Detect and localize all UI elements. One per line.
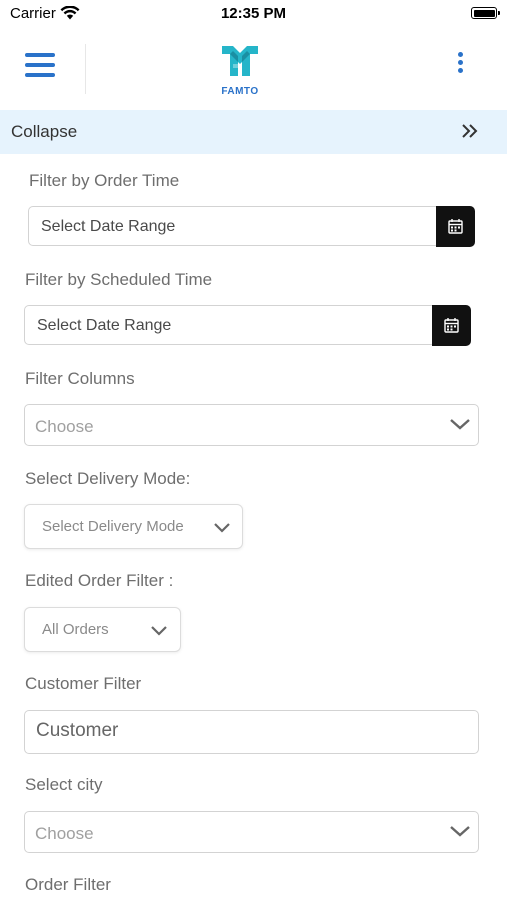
edited-order-label: Edited Order Filter :	[25, 571, 174, 590]
delivery-mode-select[interactable]: Select Delivery Mode	[24, 504, 243, 549]
order-time-label: Filter by Order Time	[29, 171, 180, 190]
famto-logo: FAMTO	[216, 42, 264, 97]
city-value: Choose	[35, 824, 94, 843]
double-chevron-right-icon	[461, 123, 479, 144]
more-options-icon[interactable]	[452, 52, 468, 78]
chevron-down-icon	[449, 824, 471, 843]
scheduled-time-date-range-input[interactable]: Select Date Range	[24, 305, 436, 345]
status-time: 12:35 PM	[220, 5, 287, 22]
filter-columns-value: Choose	[35, 417, 94, 436]
order-filter-label: Order Filter	[25, 875, 111, 894]
edited-order-value: All Orders	[42, 621, 109, 638]
scheduled-time-placeholder: Select Date Range	[37, 317, 172, 334]
hamburger-menu-icon[interactable]	[25, 53, 55, 81]
status-bar: Carrier 12:35 PM	[0, 0, 507, 30]
scheduled-time-label: Filter by Scheduled Time	[25, 270, 213, 289]
order-time-calendar-button[interactable]	[436, 206, 475, 247]
scheduled-time-calendar-button[interactable]	[432, 305, 471, 346]
customer-filter-label: Customer Filter	[25, 674, 142, 693]
collapse-toggle[interactable]: Collapse	[0, 110, 507, 154]
header-divider	[85, 44, 86, 94]
collapse-label: Collapse	[11, 122, 78, 141]
filter-columns-label: Filter Columns	[25, 369, 135, 388]
chevron-down-icon	[449, 417, 471, 436]
calendar-icon	[448, 219, 463, 234]
logo-text: FAMTO	[221, 86, 259, 97]
delivery-mode-label: Select Delivery Mode:	[25, 469, 191, 488]
famto-logo-mark-icon	[222, 46, 258, 76]
battery-icon	[471, 7, 500, 19]
order-time-placeholder: Select Date Range	[41, 218, 176, 235]
delivery-mode-value: Select Delivery Mode	[42, 518, 184, 535]
filter-columns-select[interactable]: Choose	[24, 404, 479, 446]
order-time-date-range-input[interactable]: Select Date Range	[28, 206, 440, 246]
calendar-icon	[444, 318, 459, 333]
app-header: FAMTO	[0, 30, 507, 110]
city-select[interactable]: Choose	[24, 811, 479, 853]
chevron-down-icon	[150, 624, 168, 642]
customer-placeholder: Customer	[36, 720, 119, 741]
chevron-down-icon	[213, 521, 231, 539]
customer-input[interactable]: Customer	[24, 710, 479, 754]
edited-order-select[interactable]: All Orders	[24, 607, 181, 652]
select-city-label: Select city	[25, 775, 103, 794]
